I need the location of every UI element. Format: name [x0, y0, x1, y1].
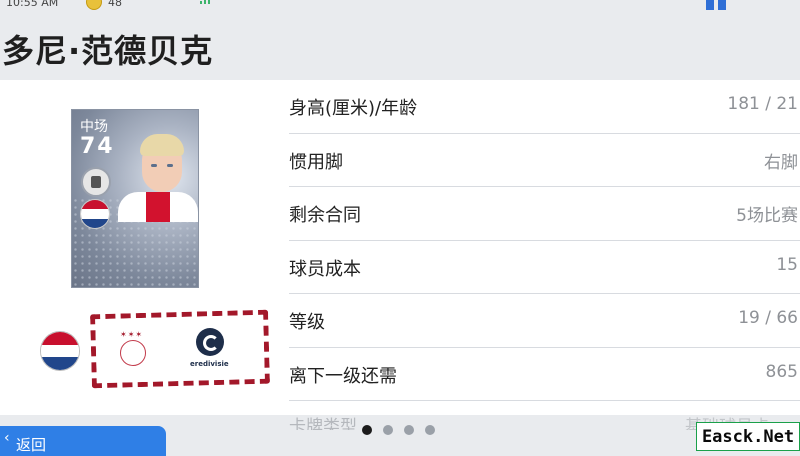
stat-value: 右脚 [764, 152, 798, 173]
league-logo-text: eredivisie [190, 360, 229, 368]
page-dot[interactable] [404, 425, 414, 435]
coin-count: 48 [108, 0, 122, 9]
stat-value: 865 [765, 361, 798, 382]
signal-icon [200, 0, 214, 4]
page-dot[interactable] [425, 425, 435, 435]
page-dot[interactable] [362, 425, 372, 435]
stat-label: 等级 [289, 312, 325, 333]
player-shirt [118, 192, 198, 222]
stat-label: 惯用脚 [289, 151, 343, 173]
club-logo-icon: ✶✶✶ [118, 330, 148, 368]
page-title: 多尼·范德贝克 [2, 32, 214, 70]
stat-label: 身高(厘米)/年龄 [289, 98, 418, 119]
player-card[interactable]: 中场 74 [71, 109, 199, 288]
back-button[interactable]: ‹ 返回 [0, 426, 166, 456]
card-flag-icon [80, 199, 110, 229]
stat-value: 15 [776, 254, 798, 275]
card-badge-icon [81, 167, 111, 197]
stat-label: 离下一级还需 [289, 365, 397, 387]
back-button-label: 返回 [16, 436, 47, 454]
stat-row-foot: 惯用脚 右脚 [289, 134, 800, 187]
status-time: 10:55 AM [6, 0, 59, 9]
stat-row-contract: 剩余合同 5场比赛 [289, 187, 800, 241]
stats-list: 身高(厘米)/年龄 181 / 21 惯用脚 右脚 剩余合同 5场比赛 球员成本… [289, 80, 800, 401]
pause-icon[interactable] [704, 0, 730, 10]
stat-label: 卡牌类型 [289, 417, 357, 430]
chevron-left-icon: ‹ [4, 430, 10, 446]
stat-label: 剩余合同 [289, 205, 361, 226]
stat-row-cost: 球员成本 15 [289, 241, 800, 294]
watermark: Easck.Net [696, 422, 800, 451]
stat-value: 19 / 66 [738, 308, 798, 328]
page-dot[interactable] [383, 425, 393, 435]
nationality-flag-icon [40, 331, 80, 371]
stat-row-level: 等级 19 / 66 [289, 294, 800, 348]
card-position: 中场 [80, 119, 108, 135]
player-portrait [134, 134, 190, 198]
stat-row-height-age: 身高(厘米)/年龄 181 / 21 [289, 80, 800, 134]
coin-icon [86, 0, 102, 10]
stat-value: 181 / 21 [727, 94, 798, 114]
top-bar: 10:55 AM 48 多尼·范德贝克 [0, 0, 800, 80]
stat-row-next-level: 离下一级还需 865 [289, 348, 800, 401]
stat-label: 球员成本 [289, 258, 361, 280]
league-logo-icon: eredivisie [190, 328, 230, 372]
page-indicator[interactable] [362, 425, 442, 437]
stat-value: 5场比赛 [736, 206, 798, 226]
card-overall-rating: 74 [80, 134, 115, 159]
status-bar: 10:55 AM 48 [0, 0, 800, 10]
